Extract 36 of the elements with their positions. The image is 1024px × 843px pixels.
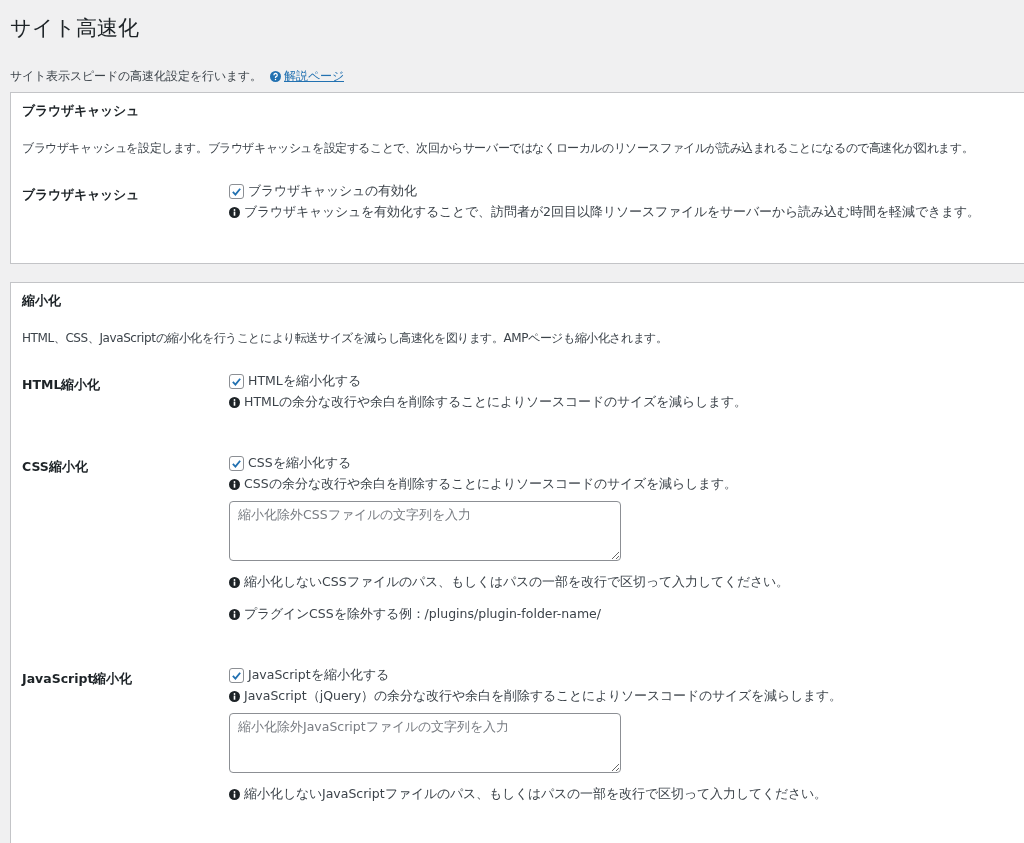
help-text: ブラウザキャッシュを有効化することで、訪問者が2回目以降リソースファイルをサーバーから読み込む時間を軽減できます。 [244, 203, 980, 221]
setting-label: HTML縮小化 [22, 376, 102, 394]
info-icon [229, 206, 240, 218]
info-icon [229, 788, 240, 800]
section-description: ブラウザキャッシュを設定します。ブラウザキャッシュを設定することで、次回からサーバーではなくローカルのリソースファイルが読み込まれることになるので高速化が図れます。 [22, 140, 975, 157]
checkmark-icon [231, 375, 242, 387]
info-icon [229, 576, 240, 588]
setting-label: CSS縮小化 [22, 458, 89, 476]
info-icon [229, 690, 240, 702]
checkmark-icon [231, 457, 242, 469]
help-text: 縮小化しないCSSファイルのパス、もしくはパスの一部を改行で区切って入力してください。 [244, 573, 789, 591]
help-text: CSSの余分な改行や余白を削除することによりソースコードのサイズを減らします。 [244, 475, 737, 493]
help-text: JavaScript（jQuery）の余分な改行や余白を削除することによりソースコードのサイズを減らします。 [244, 687, 843, 705]
help-text: プラグインCSSを除外する例：/plugins/plugin-folder-name/ [244, 605, 602, 623]
checkbox[interactable]: ブラウザキャッシュの有効化 [229, 181, 417, 201]
page-description: サイト表示スピードの高速化設定を行います。 [10, 68, 262, 85]
checkbox[interactable]: JavaScriptを縮小化する [229, 665, 389, 685]
info-icon [229, 608, 240, 620]
info-icon [229, 396, 240, 408]
setting-label: JavaScript縮小化 [22, 670, 134, 688]
checkbox[interactable]: HTMLを縮小化する [229, 371, 361, 391]
help-text: 縮小化しないJavaScriptファイルのパス、もしくはパスの一部を改行で区切って入力してください。 [244, 785, 827, 803]
checkmark-icon [231, 669, 242, 681]
setting-label: ブラウザキャッシュ [22, 186, 140, 204]
checkmark-icon [231, 185, 242, 197]
section-title: 縮小化 [22, 293, 62, 310]
checkbox[interactable]: CSSを縮小化する [229, 453, 351, 473]
exclusion-textarea[interactable]: 縮小化除外JavaScriptファイルの文字列を入力 [229, 713, 621, 773]
info-icon [229, 478, 240, 490]
section-title: ブラウザキャッシュ [22, 103, 140, 120]
help-link[interactable]: 解説ページ [270, 68, 344, 85]
section-description: HTML、CSS、JavaScriptの縮小化を行うことにより転送サイズを減らし高速化を図ります。AMPページも縮小化されます。 [22, 330, 669, 347]
page-title: サイト高速化 [10, 15, 140, 42]
exclusion-textarea[interactable]: 縮小化除外CSSファイルの文字列を入力 [229, 501, 621, 561]
help-text: HTMLの余分な改行や余白を削除することによりソースコードのサイズを減らします。 [244, 393, 747, 411]
help-icon [270, 71, 281, 82]
